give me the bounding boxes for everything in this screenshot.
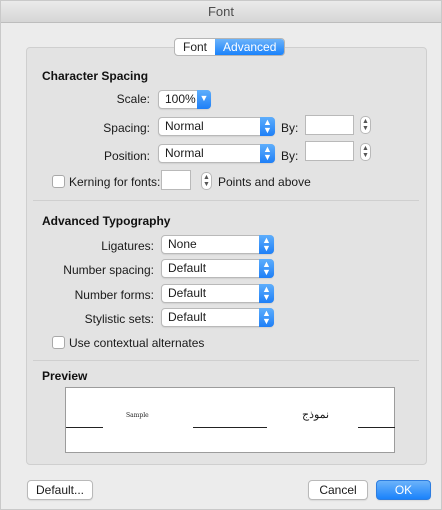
ok-button[interactable]: OK (376, 480, 431, 500)
stylistic-sets-value: Default (168, 310, 207, 324)
position-popup[interactable]: Normal ▲ ▼ (158, 144, 275, 163)
number-spacing-value: Default (168, 261, 207, 275)
baseline-segment (66, 427, 103, 428)
position-label: Position: (103, 149, 150, 163)
updown-arrows-icon: ▲ ▼ (260, 117, 275, 136)
spacing-value: Normal (165, 119, 204, 133)
spacing-by-stepper[interactable]: ▲ ▼ (360, 116, 371, 134)
preview-arabic-text: نموذج (302, 408, 330, 421)
preview-box: Sample نموذج (65, 387, 395, 453)
window-title: Font (1, 1, 441, 23)
scale-value: 100% (165, 92, 196, 106)
tab-bar: Font Advanced (174, 38, 286, 56)
updown-arrows-icon: ▲ ▼ (259, 284, 274, 303)
position-by-label: By: (281, 149, 299, 163)
preview-sample-text: Sample (126, 412, 149, 419)
chevron-down-icon: ▼ (197, 90, 211, 109)
scale-popup[interactable]: 100% ▼ (158, 90, 211, 109)
spacing-by-field[interactable] (305, 115, 354, 135)
spacing-popup[interactable]: Normal ▲ ▼ (158, 117, 275, 136)
default-button[interactable]: Default... (27, 480, 93, 500)
baseline-segment (231, 427, 267, 428)
contextual-alternates-label: Use contextual alternates (69, 336, 205, 350)
position-by-field[interactable] (305, 141, 354, 161)
contextual-alternates-checkbox[interactable] (52, 336, 65, 349)
position-by-stepper[interactable]: ▲ ▼ (360, 143, 371, 161)
updown-arrows-icon: ▲ ▼ (260, 144, 275, 163)
number-spacing-popup[interactable]: Default ▲ ▼ (161, 259, 274, 278)
cancel-button[interactable]: Cancel (308, 480, 368, 500)
preview-heading: Preview (42, 369, 88, 383)
baseline-segment (358, 427, 395, 428)
section-divider (33, 360, 419, 361)
spacing-by-label: By: (281, 121, 299, 135)
updown-arrows-icon: ▲ ▼ (259, 235, 274, 254)
ligatures-value: None (168, 237, 197, 251)
number-spacing-label: Number spacing: (63, 263, 154, 277)
kerning-suffix: Points and above (218, 175, 311, 189)
stylistic-sets-label: Stylistic sets: (84, 312, 154, 326)
kerning-field[interactable] (161, 170, 191, 190)
position-value: Normal (165, 146, 204, 160)
spacing-label: Spacing: (103, 121, 150, 135)
stylistic-sets-popup[interactable]: Default ▲ ▼ (161, 308, 274, 327)
character-spacing-heading: Character Spacing (42, 69, 149, 83)
number-forms-value: Default (168, 286, 207, 300)
advanced-typography-heading: Advanced Typography (42, 214, 171, 228)
baseline-segment (193, 427, 231, 428)
font-dialog: Font Font Advanced Character Spacing Sca… (0, 0, 442, 510)
updown-arrows-icon: ▲ ▼ (259, 308, 274, 327)
tab-advanced[interactable]: Advanced (215, 39, 285, 55)
number-forms-label: Number forms: (74, 288, 154, 302)
updown-arrows-icon: ▲ ▼ (259, 259, 274, 278)
kerning-label: Kerning for fonts: (69, 175, 161, 189)
number-forms-popup[interactable]: Default ▲ ▼ (161, 284, 274, 303)
tab-font[interactable]: Font (175, 39, 215, 55)
ligatures-popup[interactable]: None ▲ ▼ (161, 235, 274, 254)
kerning-checkbox[interactable] (52, 175, 65, 188)
kerning-stepper[interactable]: ▲ ▼ (201, 172, 212, 190)
ligatures-label: Ligatures: (101, 239, 154, 253)
scale-label: Scale: (116, 92, 150, 106)
section-divider (33, 200, 419, 201)
